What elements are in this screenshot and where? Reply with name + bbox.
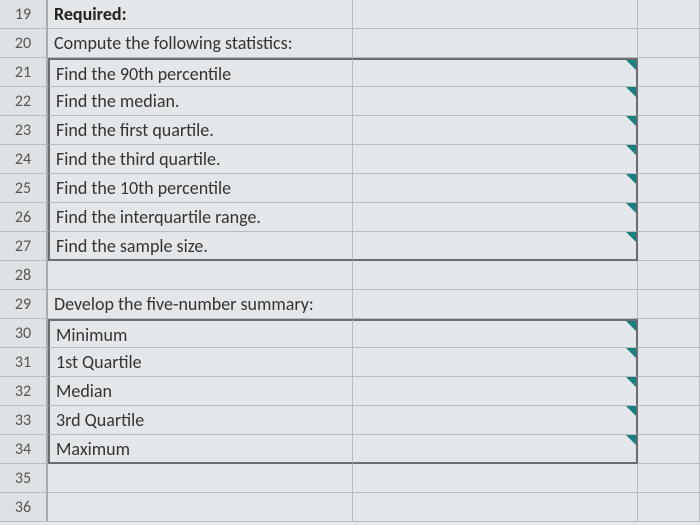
comment-indicator-icon[interactable] [626,87,636,97]
cell-label[interactable]: Find the 10th percentile [48,174,353,203]
cell-answer[interactable] [353,290,638,319]
cell-label[interactable] [48,261,353,290]
row-number[interactable]: 19 [0,0,48,29]
row-number[interactable]: 24 [0,145,48,174]
cell-answer[interactable] [353,377,638,406]
cell-label[interactable]: Find the sample size. [48,232,353,261]
comment-indicator-icon[interactable] [626,174,636,184]
comment-indicator-icon[interactable] [626,321,636,331]
comment-indicator-icon[interactable] [626,348,636,358]
row-number[interactable]: 34 [0,435,48,464]
cell-answer[interactable] [353,203,638,232]
cell-label[interactable]: Required: [48,0,353,29]
cell-label[interactable]: 1st Quartile [48,348,353,377]
comment-indicator-icon[interactable] [626,435,636,445]
cell-label[interactable]: Develop the five-number summary: [48,290,353,319]
row-number[interactable]: 26 [0,203,48,232]
cell-answer[interactable] [353,116,638,145]
row-number[interactable]: 25 [0,174,48,203]
cell-answer[interactable] [353,0,638,29]
cell-empty[interactable] [638,319,700,348]
row-number[interactable]: 35 [0,464,48,493]
cell-empty[interactable] [638,464,700,493]
row-number[interactable]: 20 [0,29,48,58]
cell-answer[interactable] [353,464,638,493]
cell-answer[interactable] [353,493,638,522]
comment-indicator-icon[interactable] [626,203,636,213]
cell-answer[interactable] [353,435,638,464]
comment-indicator-icon[interactable] [626,406,636,416]
cell-empty[interactable] [638,58,700,87]
cell-empty[interactable] [638,406,700,435]
cell-label[interactable] [48,464,353,493]
row-number[interactable]: 29 [0,290,48,319]
comment-indicator-icon[interactable] [626,145,636,155]
cell-label[interactable]: Find the median. [48,87,353,116]
comment-indicator-icon[interactable] [626,377,636,387]
cell-label[interactable]: Minimum [48,319,353,348]
cell-answer[interactable] [353,232,638,261]
cell-empty[interactable] [638,0,700,29]
cell-empty[interactable] [638,232,700,261]
row-number[interactable]: 30 [0,319,48,348]
cell-answer[interactable] [353,261,638,290]
cell-empty[interactable] [638,377,700,406]
row-number[interactable]: 28 [0,261,48,290]
cell-empty[interactable] [638,174,700,203]
cell-empty[interactable] [638,435,700,464]
cell-empty[interactable] [638,493,700,522]
cell-label[interactable]: Find the third quartile. [48,145,353,174]
row-number[interactable]: 36 [0,493,48,522]
row-number[interactable]: 31 [0,348,48,377]
cell-empty[interactable] [638,29,700,58]
cell-label[interactable] [48,493,353,522]
cell-empty[interactable] [638,116,700,145]
cell-answer[interactable] [353,87,638,116]
cell-label[interactable]: Maximum [48,435,353,464]
cell-label[interactable]: Median [48,377,353,406]
spreadsheet-grid[interactable]: 19Required:20Compute the following stati… [0,0,700,522]
cell-answer[interactable] [353,29,638,58]
row-number[interactable]: 27 [0,232,48,261]
cell-empty[interactable] [638,261,700,290]
cell-answer[interactable] [353,174,638,203]
row-number[interactable]: 21 [0,58,48,87]
comment-indicator-icon[interactable] [626,232,636,242]
cell-label[interactable]: Compute the following statistics: [48,29,353,58]
cell-answer[interactable] [353,348,638,377]
cell-empty[interactable] [638,203,700,232]
cell-empty[interactable] [638,290,700,319]
cell-answer[interactable] [353,319,638,348]
row-number[interactable]: 23 [0,116,48,145]
comment-indicator-icon[interactable] [626,116,636,126]
cell-label[interactable]: Find the interquartile range. [48,203,353,232]
cell-empty[interactable] [638,87,700,116]
cell-label[interactable]: 3rd Quartile [48,406,353,435]
row-number[interactable]: 33 [0,406,48,435]
cell-answer[interactable] [353,145,638,174]
comment-indicator-icon[interactable] [626,60,636,70]
row-number[interactable]: 22 [0,87,48,116]
cell-empty[interactable] [638,145,700,174]
cell-answer[interactable] [353,58,638,87]
cell-answer[interactable] [353,406,638,435]
cell-label[interactable]: Find the 90th percentile [48,58,353,87]
cell-empty[interactable] [638,348,700,377]
cell-label[interactable]: Find the first quartile. [48,116,353,145]
row-number[interactable]: 32 [0,377,48,406]
